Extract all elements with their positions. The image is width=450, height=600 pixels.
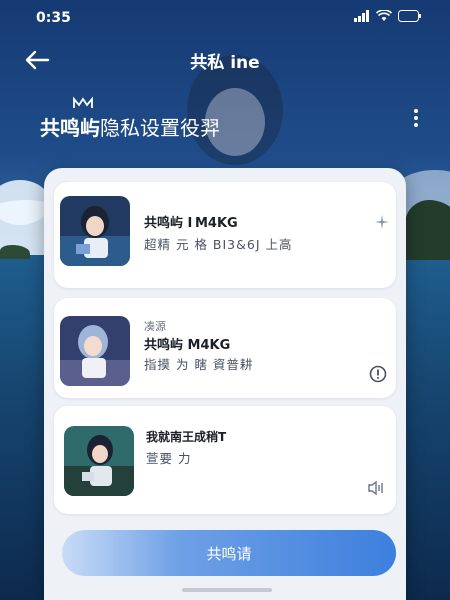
speaker-icon[interactable] <box>366 478 386 498</box>
page-heading: 共鸣屿隐私设置役羿 <box>40 112 220 141</box>
card-title: 我就南王成稍T <box>146 430 227 444</box>
card-title: 共鸣屿 I M4KG <box>144 216 238 231</box>
card-subtitle: 超精 元 格 BI3&6J 上高 <box>144 237 293 252</box>
info-icon[interactable] <box>368 364 388 384</box>
page-heading-brand: 共鸣屿 <box>40 116 100 140</box>
kebab-menu-icon <box>408 109 424 127</box>
status-time: 0:35 <box>36 10 71 26</box>
primary-action-button[interactable]: 共鸣请 <box>62 530 396 576</box>
card-thumbnail <box>60 196 130 266</box>
list-item-card-3[interactable]: 我就南王成稍T 萱要 力 <box>54 406 396 514</box>
home-indicator[interactable] <box>182 588 272 592</box>
card-title: 共鸣屿 M4KG <box>144 338 231 353</box>
sparkle-icon[interactable] <box>372 212 392 232</box>
app-title: 共私 ine <box>190 53 260 73</box>
card-subtitle: 萱要 力 <box>146 451 192 466</box>
more-options-button[interactable] <box>408 106 424 132</box>
settings-panel: 共鸣屿 I M4KG 超精 元 格 BI3&6J 上高 凑源 共鸣屿 M4KG … <box>44 168 406 600</box>
card-label: 凑源 <box>144 320 166 333</box>
card-thumbnail <box>60 316 130 386</box>
page-heading-text: 隐私设置役羿 <box>100 116 220 140</box>
brand-logo-icon <box>73 96 93 108</box>
wifi-icon <box>376 10 392 21</box>
card-subtitle: 指摸 为 瞎 資普耕 <box>144 357 254 372</box>
signal-icon <box>354 10 369 22</box>
status-bar: 0:35 <box>0 0 450 36</box>
list-item-card-2[interactable]: 凑源 共鸣屿 M4KG 指摸 为 瞎 資普耕 <box>54 298 396 398</box>
list-item-card-1[interactable]: 共鸣屿 I M4KG 超精 元 格 BI3&6J 上高 <box>54 182 396 288</box>
card-thumbnail <box>64 426 134 496</box>
battery-icon <box>398 10 421 22</box>
